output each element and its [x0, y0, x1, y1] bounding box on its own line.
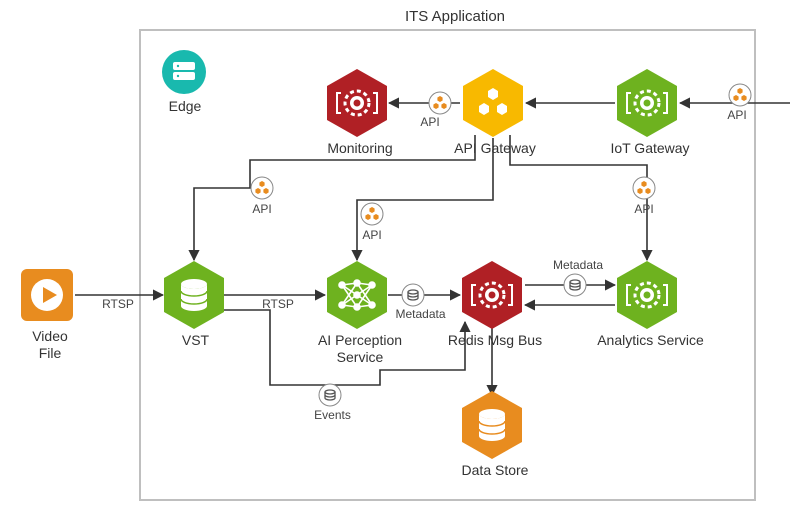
api-badge-icon [429, 92, 451, 114]
diagram-svg [0, 0, 808, 528]
edge-label-api: API [629, 202, 659, 216]
label-vst: VST [168, 332, 223, 349]
diagram-title: ITS Application [380, 8, 530, 26]
api-badge-icon [251, 177, 273, 199]
diagram-stage: ITS Application Edge Video File VST AI P… [0, 0, 808, 528]
label-api-gateway: API Gateway [445, 140, 545, 157]
label-ai-perception: AI Perception Service [305, 332, 415, 366]
node-redis [462, 261, 522, 329]
api-badge-icon [729, 84, 751, 106]
label-iot-gateway: IoT Gateway [600, 140, 700, 157]
label-video-file: Video File [15, 328, 85, 362]
node-vst [164, 261, 224, 329]
node-edge [162, 50, 206, 94]
events-badge-icon [319, 384, 341, 406]
api-badge-icon [633, 177, 655, 199]
node-iot-gateway [617, 69, 677, 137]
node-analytics [617, 261, 677, 329]
edge-label-api: API [722, 108, 752, 122]
edge-label-rtsp: RTSP [258, 297, 298, 311]
label-redis: Redis Msg Bus [440, 332, 550, 349]
node-video-file [21, 269, 73, 321]
edge-label-api: API [415, 115, 445, 129]
node-api-gateway [463, 69, 523, 137]
edge-label-rtsp: RTSP [98, 297, 138, 311]
edge-label-metadata: Metadata [393, 307, 448, 321]
edge-label-metadata: Metadata [548, 258, 608, 272]
node-ai-perception [327, 261, 387, 329]
label-data-store: Data Store [450, 462, 540, 479]
label-analytics: Analytics Service [588, 332, 713, 349]
metadata-badge-icon [564, 274, 586, 296]
edge-label-api: API [357, 228, 387, 242]
metadata-badge-icon [402, 284, 424, 306]
label-monitoring: Monitoring [310, 140, 410, 157]
edge-label-events: Events [310, 408, 355, 422]
label-edge: Edge [160, 98, 210, 115]
api-badge-icon [361, 203, 383, 225]
node-monitoring [327, 69, 387, 137]
edge-label-api: API [247, 202, 277, 216]
node-data-store [462, 391, 522, 459]
